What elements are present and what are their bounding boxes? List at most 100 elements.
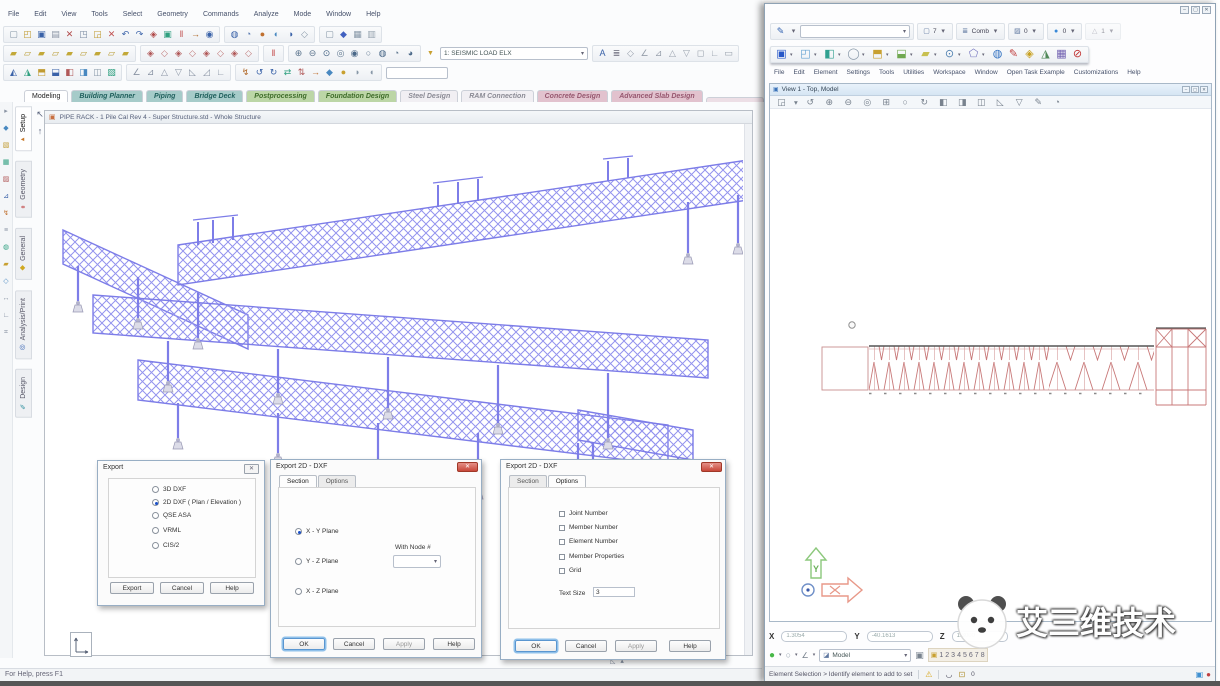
view-close-button[interactable]: ✕ <box>1200 86 1208 93</box>
ortho-icon[interactable]: △ <box>666 47 679 60</box>
hammer-icon[interactable]: ◉ <box>203 28 216 41</box>
new-file-icon[interactable]: ▢ <box>7 28 20 41</box>
menu-analyze[interactable]: Analyze <box>254 11 279 23</box>
translate-icon[interactable]: ◭ <box>7 66 20 79</box>
beam-icon[interactable]: ▰ <box>63 47 76 60</box>
tab-options[interactable]: Options <box>318 475 356 487</box>
redline-icon[interactable]: ✎ <box>1006 47 1021 62</box>
view-persp-icon[interactable]: ◇ <box>298 28 311 41</box>
left-tri-icon[interactable]: ◺ <box>186 66 199 79</box>
right-tri-icon[interactable]: ◿ <box>200 66 213 79</box>
view-maximize-button[interactable]: ▢ <box>1191 86 1199 93</box>
chevron-down-icon[interactable]: ▾ <box>1067 26 1078 37</box>
cancel-button[interactable]: Cancel <box>333 638 375 650</box>
ruler-icon[interactable]: ▭ <box>722 47 735 60</box>
dxf-dialog-close-button[interactable]: ✕ <box>457 462 478 472</box>
ok-button[interactable]: OK <box>515 640 557 652</box>
checkbox-member-properties[interactable]: Member Properties <box>559 553 624 560</box>
delete-icon[interactable]: ✕ <box>105 28 118 41</box>
diamond-icon[interactable]: ◆ <box>323 66 336 79</box>
chevron-down-icon[interactable]: ▾ <box>1029 26 1040 37</box>
tab-bridge-deck[interactable]: Bridge Deck <box>186 90 243 102</box>
grid-icon[interactable]: ▦ <box>351 28 364 41</box>
strip-offset-icon[interactable]: ↔ <box>2 294 11 303</box>
load-case-combo[interactable]: 1: SEISMIC LOAD ELX ▾ <box>440 47 588 60</box>
transparency-icon[interactable]: △ <box>1089 26 1100 37</box>
window-new-icon[interactable]: ▢ <box>323 28 336 41</box>
models-icon[interactable]: ◰ <box>798 47 813 62</box>
view3-button[interactable]: 3 <box>951 652 955 659</box>
mirror-icon[interactable]: ◮ <box>21 66 34 79</box>
tab-modeling[interactable]: Modeling <box>24 90 68 102</box>
tab-options[interactable]: Options <box>548 475 586 487</box>
fit-view-icon[interactable]: ◎ <box>861 96 874 109</box>
render-icon[interactable]: ◔ <box>1051 96 1064 109</box>
strip-material-icon[interactable]: ◍ <box>2 243 11 252</box>
rotate-cw-icon[interactable]: ↻ <box>267 66 280 79</box>
apply-button[interactable]: Apply <box>383 638 425 650</box>
arrow-icon[interactable]: → <box>309 66 322 79</box>
menu-utilities[interactable]: Utilities <box>903 69 924 76</box>
swap-icon[interactable]: ⇄ <box>281 66 294 79</box>
copy-icon[interactable]: ◳ <box>77 28 90 41</box>
tab-section[interactable]: Section <box>279 475 317 487</box>
close-button[interactable]: ✕ <box>1202 6 1211 14</box>
lightning-icon[interactable]: ↯ <box>239 66 252 79</box>
terrain-icon[interactable]: ◮ <box>1038 47 1053 62</box>
help-button[interactable]: Help <box>433 638 475 650</box>
menu-file[interactable]: File <box>774 69 784 76</box>
radio-qse-asa[interactable]: QSE ASA <box>152 512 191 519</box>
accusnap-icon[interactable]: ● <box>769 650 775 661</box>
minimize-button[interactable]: – <box>1180 6 1189 14</box>
tab-blank[interactable] <box>706 97 764 102</box>
open-file-icon[interactable]: ◰ <box>21 28 34 41</box>
toolbar-text-field[interactable] <box>386 67 448 79</box>
beam-icon[interactable]: ▱ <box>49 47 62 60</box>
strip-release-icon[interactable]: ◇ <box>2 277 11 286</box>
copy-view-icon[interactable]: ◫ <box>975 96 988 109</box>
list-icon[interactable]: ≣ <box>610 47 623 60</box>
beam-icon[interactable]: ▰ <box>35 47 48 60</box>
clip-volume-icon[interactable]: ◺ <box>994 96 1007 109</box>
cut-icon[interactable]: ✕ <box>63 28 76 41</box>
zoom-prev-icon[interactable]: ◉ <box>348 47 361 60</box>
info-icon[interactable]: ◍ <box>990 47 1005 62</box>
rotate-view-icon[interactable]: ◍ <box>376 47 389 60</box>
chevron-down-icon[interactable]: ▾ <box>779 652 782 658</box>
tab-concrete-design[interactable]: Concrete Design <box>537 90 609 102</box>
down-tri-icon[interactable]: ▽ <box>172 66 185 79</box>
strip-solid-icon[interactable]: ▨ <box>2 175 11 184</box>
delete-element-icon[interactable]: ⊘ <box>1070 47 1085 62</box>
strip-support-icon[interactable]: ⊿ <box>2 192 11 201</box>
color-tag-icon[interactable]: ▢ <box>921 26 932 37</box>
tab-ram-connection[interactable]: RAM Connection <box>461 90 533 102</box>
references-icon[interactable]: ◧ <box>822 47 837 62</box>
strip-axes-icon[interactable]: ∟ <box>2 311 11 320</box>
y-coordinate-field[interactable] <box>867 631 933 642</box>
radio-3d-dxf[interactable]: 3D DXF <box>152 486 186 493</box>
rotate-view-icon[interactable]: ↻ <box>918 96 931 109</box>
radio-2d-dxf[interactable]: 2D DXF ( Plan / Elevation ) <box>152 499 241 506</box>
print-icon[interactable]: ▤ <box>49 28 62 41</box>
menu-view[interactable]: View <box>61 11 76 23</box>
half-left-icon[interactable]: ◖ <box>365 66 378 79</box>
node-tool-icon[interactable]: ▣ <box>161 28 174 41</box>
strip-plate-icon[interactable]: ▦ <box>2 158 11 167</box>
view-minimize-button[interactable]: – <box>1182 86 1190 93</box>
view-prev-icon[interactable]: ◧ <box>937 96 950 109</box>
load-filter-icon[interactable]: ▼ <box>425 48 436 59</box>
zoom-in-icon[interactable]: ⊙ <box>320 47 333 60</box>
undo-icon[interactable]: ↶ <box>119 28 132 41</box>
layers-icon[interactable]: ▰ <box>918 47 933 62</box>
menu-window[interactable]: Window <box>326 11 351 23</box>
corner-icon[interactable]: ∟ <box>214 66 227 79</box>
split-beam-icon[interactable]: ◫ <box>91 66 104 79</box>
window-tile-icon[interactable]: ◆ <box>337 28 350 41</box>
chevron-down-icon[interactable]: ▾ <box>1106 26 1117 37</box>
line-weight-icon[interactable]: ▨ <box>1012 26 1023 37</box>
dim-icon[interactable]: ⊿ <box>652 47 665 60</box>
node-icon[interactable]: ◈ <box>144 47 157 60</box>
accudraw-icon[interactable]: ○ <box>786 650 791 660</box>
dot-icon[interactable]: ● <box>337 66 350 79</box>
active-level-combo[interactable]: ▾ <box>800 25 910 38</box>
